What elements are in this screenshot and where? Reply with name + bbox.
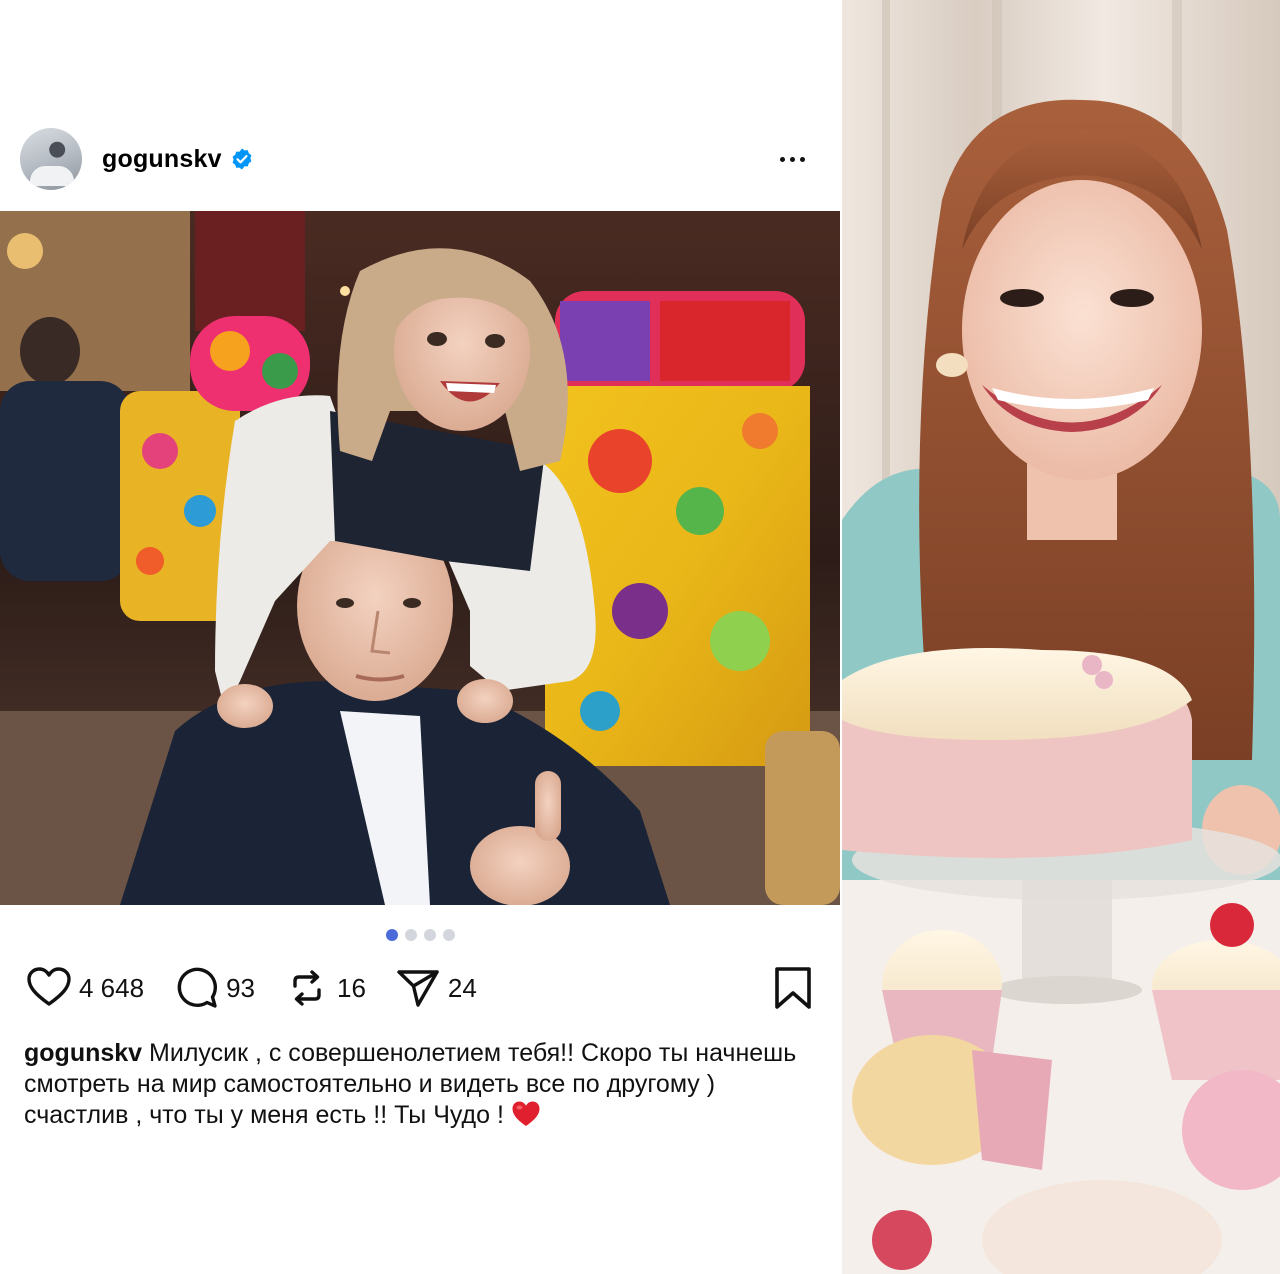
send-icon bbox=[397, 970, 439, 1007]
avatar[interactable] bbox=[20, 128, 82, 190]
more-options-icon[interactable] bbox=[772, 144, 812, 174]
side-photo-image bbox=[842, 0, 1280, 1274]
side-photo bbox=[842, 0, 1280, 1274]
repost-icon bbox=[293, 970, 321, 1006]
verified-badge-icon bbox=[230, 147, 254, 171]
comment-icon bbox=[177, 967, 218, 1008]
reposts-count: 16 bbox=[337, 972, 366, 1003]
carousel-dot-1[interactable] bbox=[385, 929, 398, 941]
bookmark-icon[interactable] bbox=[771, 964, 815, 1012]
share-button[interactable]: 24 bbox=[394, 964, 477, 1012]
like-button[interactable]: 4 648 bbox=[25, 964, 144, 1012]
post-username[interactable]: gogunskv bbox=[102, 145, 222, 174]
repost-button[interactable]: 16 bbox=[283, 964, 366, 1012]
post-photo-image bbox=[0, 211, 840, 905]
action-bar: 4 648 93 16 24 bbox=[25, 962, 815, 1014]
post-header: gogunskv bbox=[20, 128, 820, 190]
carousel-dot-3[interactable] bbox=[423, 929, 436, 941]
carousel-indicator bbox=[0, 929, 840, 941]
likes-count: 4 648 bbox=[79, 972, 145, 1003]
shares-count: 24 bbox=[447, 972, 477, 1003]
carousel-dot-2[interactable] bbox=[404, 929, 417, 941]
caption-username[interactable]: gogunskv bbox=[24, 1039, 142, 1067]
comments-count: 93 bbox=[226, 972, 255, 1003]
comment-button[interactable]: 93 bbox=[172, 964, 255, 1012]
heart-icon bbox=[27, 967, 71, 1006]
post-photo[interactable] bbox=[0, 211, 840, 905]
post-caption: gogunskv Милусик , с совершенолетием теб… bbox=[24, 1038, 814, 1131]
post-card: gogunskv 4 648 93 16 24 gogunskv Милусик… bbox=[0, 0, 840, 1274]
carousel-dot-4[interactable] bbox=[442, 929, 455, 941]
red-heart-emoji-icon bbox=[512, 1101, 540, 1126]
